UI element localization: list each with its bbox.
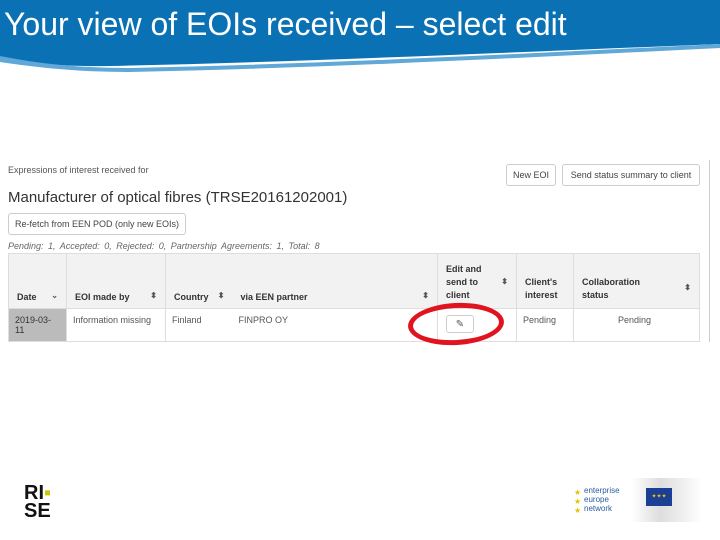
header-edit[interactable]: Edit and send to client ⬍ (437, 253, 517, 309)
page-title: Manufacturer of optical fibres (TRSE2016… (8, 189, 348, 206)
slide-title: Your view of EOIs received – select edit (4, 6, 567, 42)
een-logo: ★ ★ ★ enterprise europe network (574, 486, 620, 515)
header-clients-interest[interactable]: Client's interest (516, 253, 574, 309)
cell-clients-interest: Pending (516, 308, 574, 342)
ec-logo: ✦✦✦ (632, 478, 702, 522)
sort-icon[interactable]: ⬍ (422, 291, 429, 300)
status-counts: Pending: 1, Accepted: 0, Rejected: 0, Pa… (8, 241, 320, 251)
send-status-summary-button[interactable]: Send status summary to client (562, 164, 700, 186)
header-collaboration-status[interactable]: Collaboration status ⬍ (573, 253, 700, 309)
eu-flag-icon: ✦✦✦ (646, 488, 672, 506)
sort-icon[interactable]: ⬍ (218, 291, 225, 300)
sort-icon[interactable]: ⬍ (501, 275, 508, 288)
cell-partner: FINPRO OY (232, 308, 438, 342)
eoi-table: Date ⌄ EOI made by ⬍ Country ⬍ via EEN part… (8, 253, 700, 342)
subtitle: Expressions of interest received for (8, 165, 149, 175)
header-country[interactable]: Country ⬍ (165, 253, 233, 309)
refetch-button[interactable]: Re-fetch from EEN POD (only new EOIs) (8, 213, 186, 235)
cell-collaboration-status: Pending (573, 308, 700, 342)
header-eoi-made-by[interactable]: EOI made by ⬍ (66, 253, 166, 309)
new-eoi-button[interactable]: New EOI (506, 164, 556, 186)
rise-logo: RI▪ SE (24, 482, 52, 522)
cell-country: Finland (165, 308, 233, 342)
cell-eoi-made-by: Information missing (66, 308, 166, 342)
divider (709, 160, 710, 342)
header-date[interactable]: Date ⌄ (8, 253, 67, 309)
table-header-row: Date ⌄ EOI made by ⬍ Country ⬍ via EEN part… (8, 253, 700, 309)
header-via-een-partner[interactable]: via EEN partner ⬍ (232, 253, 438, 309)
cell-date: 2019-03-11 (8, 308, 67, 342)
table-row[interactable]: 2019-03-11 Information missing Finland F… (8, 308, 700, 342)
sort-icon[interactable]: ⬍ (150, 291, 157, 300)
sort-desc-icon[interactable]: ⌄ (51, 291, 58, 300)
sort-icon[interactable]: ⬍ (684, 281, 691, 294)
